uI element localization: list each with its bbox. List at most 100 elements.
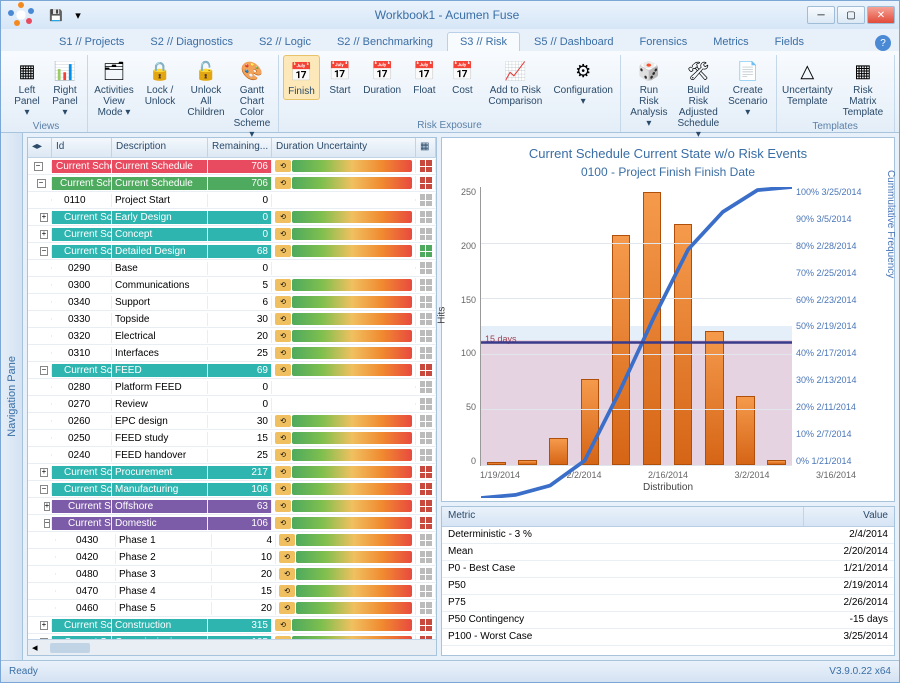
expand-toggle[interactable]: − [28, 246, 52, 257]
metric-row[interactable]: Mean2/20/2014 [442, 544, 894, 561]
table-row[interactable]: 0420Phase 210⟲ [28, 549, 436, 566]
uncertainty-gauge-cell[interactable]: ⟲ [272, 278, 416, 292]
status-icon-cell[interactable] [416, 397, 436, 411]
ribbon-tab[interactable]: S2 // Logic [247, 33, 323, 51]
ribbon-button[interactable]: ▦Risk Matrix Template [836, 55, 890, 120]
status-icon-cell[interactable] [416, 363, 436, 377]
ribbon-tab[interactable]: Fields [763, 33, 816, 51]
table-row[interactable]: 0240FEED handover25⟲ [28, 447, 436, 464]
ribbon-tab[interactable]: Metrics [701, 33, 760, 51]
grid-body[interactable]: −Current ScheduleCurrent Schedule706⟲−Cu… [28, 158, 436, 639]
table-row[interactable]: −Current Schedu...FEED69⟲ [28, 362, 436, 379]
ribbon-button[interactable]: 🎲Run Risk Analysis ▾ [625, 55, 672, 131]
col-status-icon[interactable]: ▦ [416, 138, 436, 157]
table-row[interactable]: −Current Schedu...Manufacturing106⟲ [28, 481, 436, 498]
expand-toggle[interactable]: − [28, 484, 52, 495]
uncertainty-gauge-cell[interactable]: ⟲ [276, 601, 416, 615]
uncertainty-gauge-cell[interactable]: ⟲ [272, 635, 416, 639]
ribbon-tab[interactable]: Forensics [628, 33, 700, 51]
expand-toggle[interactable]: + [28, 467, 52, 478]
status-icon-cell[interactable] [416, 346, 436, 360]
status-icon-cell[interactable] [416, 618, 436, 632]
ribbon-button[interactable]: 🔓Unlock All Children [184, 55, 228, 120]
ribbon-button[interactable]: ▦Left Panel ▾ [9, 55, 45, 120]
status-icon-cell[interactable] [416, 482, 436, 496]
uncertainty-gauge-cell[interactable]: ⟲ [272, 295, 416, 309]
ribbon-tab[interactable]: S3 // Risk [447, 32, 520, 51]
table-row[interactable]: 0460Phase 520⟲ [28, 600, 436, 617]
ribbon-tab[interactable]: S2 // Benchmarking [325, 33, 445, 51]
status-icon-cell[interactable] [416, 601, 436, 615]
table-row[interactable]: 0330Topside30⟲ [28, 311, 436, 328]
status-icon-cell[interactable] [416, 550, 436, 564]
close-button[interactable]: ✕ [867, 6, 895, 24]
ribbon-button[interactable]: ⚙Configuration ▾ [550, 55, 616, 109]
col-description[interactable]: Description [112, 138, 208, 157]
minimize-button[interactable]: ─ [807, 6, 835, 24]
metric-row[interactable]: Deterministic - 3 %2/4/2014 [442, 527, 894, 544]
status-icon-cell[interactable] [416, 278, 436, 292]
expand-toggle[interactable]: + [28, 501, 52, 512]
status-icon-cell[interactable] [416, 159, 436, 173]
uncertainty-gauge-cell[interactable]: ⟲ [276, 567, 416, 581]
uncertainty-gauge-cell[interactable]: ⟲ [272, 363, 416, 377]
table-row[interactable]: −Current ScheduleCurrent Schedule706⟲ [28, 175, 436, 192]
status-icon-cell[interactable] [416, 516, 436, 530]
status-icon-cell[interactable] [416, 431, 436, 445]
uncertainty-gauge-cell[interactable]: ⟲ [272, 159, 416, 173]
status-icon-cell[interactable] [416, 584, 436, 598]
table-row[interactable]: −Current ScheduleCurrent Schedule706⟲ [28, 158, 436, 175]
qat-dropdown-icon[interactable]: ▾ [69, 6, 87, 24]
uncertainty-gauge-cell[interactable]: ⟲ [272, 618, 416, 632]
uncertainty-gauge-cell[interactable]: ⟲ [272, 312, 416, 326]
uncertainty-gauge-cell[interactable] [272, 267, 416, 269]
ribbon-tab[interactable]: S2 // Diagnostics [138, 33, 245, 51]
table-row[interactable]: 0300Communications5⟲ [28, 277, 436, 294]
uncertainty-gauge-cell[interactable]: ⟲ [272, 482, 416, 496]
maximize-button[interactable]: ▢ [837, 6, 865, 24]
metric-row[interactable]: P100 - Worst Case3/25/2014 [442, 629, 894, 646]
uncertainty-gauge-cell[interactable] [272, 199, 416, 201]
ribbon-button[interactable]: 📄Create Scenario ▾ [724, 55, 771, 120]
table-row[interactable]: 0310Interfaces25⟲ [28, 345, 436, 362]
uncertainty-gauge-cell[interactable] [272, 403, 416, 405]
save-icon[interactable]: 💾 [47, 6, 65, 24]
status-icon-cell[interactable] [416, 295, 436, 309]
table-row[interactable]: 0430Phase 14⟲ [28, 532, 436, 549]
metric-row[interactable]: P0 - Best Case1/21/2014 [442, 561, 894, 578]
status-icon-cell[interactable] [416, 227, 436, 241]
status-icon-cell[interactable] [416, 176, 436, 190]
uncertainty-gauge-cell[interactable]: ⟲ [272, 499, 416, 513]
col-remaining[interactable]: Remaining... [208, 138, 272, 157]
table-row[interactable]: +Current Schedu...Construction315⟲ [28, 617, 436, 634]
col-value[interactable]: Value [804, 507, 894, 526]
ribbon-button[interactable]: △Uncertainty Template [781, 55, 835, 109]
ribbon-button[interactable]: 📊Right Panel ▾ [47, 55, 83, 120]
app-icon[interactable] [5, 0, 37, 31]
expand-toggle[interactable]: + [28, 229, 52, 240]
ribbon-button[interactable]: 🎨Gantt Chart Color Scheme ▾ [230, 55, 274, 142]
uncertainty-gauge-cell[interactable]: ⟲ [272, 227, 416, 241]
table-row[interactable]: +Current Schedu...Procurement217⟲ [28, 464, 436, 481]
status-icon-cell[interactable] [416, 244, 436, 258]
table-row[interactable]: 0290Base0 [28, 260, 436, 277]
col-duration-uncertainty[interactable]: Duration Uncertainty [272, 138, 416, 157]
status-icon-cell[interactable] [416, 414, 436, 428]
chart-plot[interactable]: 15 days [480, 187, 792, 466]
uncertainty-gauge-cell[interactable]: ⟲ [272, 414, 416, 428]
ribbon-button[interactable]: 📅Finish [283, 55, 320, 100]
uncertainty-gauge-cell[interactable] [272, 386, 416, 388]
uncertainty-gauge-cell[interactable]: ⟲ [276, 550, 416, 564]
ribbon-button[interactable]: 📅Duration [360, 55, 404, 98]
help-icon[interactable]: ? [875, 35, 891, 51]
uncertainty-gauge-cell[interactable]: ⟲ [272, 431, 416, 445]
uncertainty-gauge-cell[interactable]: ⟲ [272, 210, 416, 224]
ribbon-button[interactable]: 📅Start [322, 55, 358, 98]
uncertainty-gauge-cell[interactable]: ⟲ [272, 244, 416, 258]
table-row[interactable]: 0480Phase 320⟲ [28, 566, 436, 583]
expand-toggle[interactable]: − [28, 365, 52, 376]
expand-toggle[interactable]: − [28, 518, 52, 529]
metric-row[interactable]: P50 Contingency-15 days [442, 612, 894, 629]
status-icon-cell[interactable] [416, 210, 436, 224]
col-metric[interactable]: Metric [442, 507, 804, 526]
